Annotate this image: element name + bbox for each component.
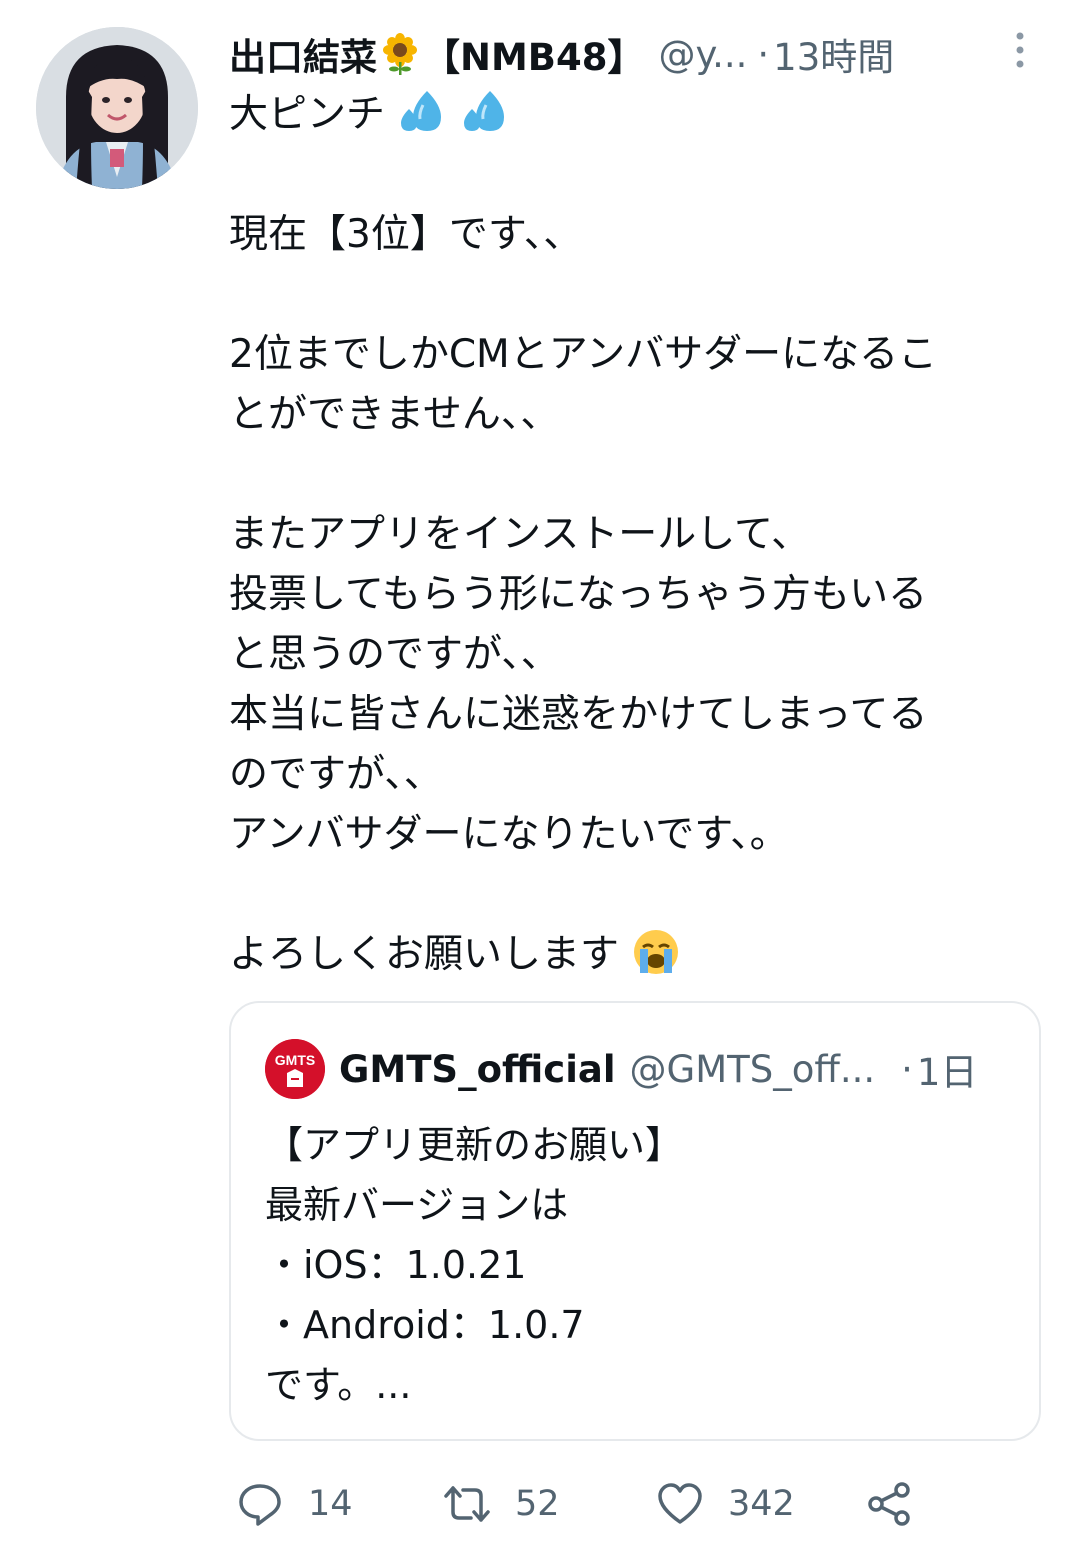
quoted-avatar-text: GMTS bbox=[275, 1052, 315, 1068]
tweet-text: 大ピンチ 現在【3位】です、、 2位までしかCMとアンバサダーになるこ とができ… bbox=[229, 85, 1029, 985]
share-button[interactable] bbox=[866, 1474, 914, 1534]
quoted-line: 最新バージョンは bbox=[265, 1183, 569, 1227]
display-name-suffix: 【NMB48】 bbox=[423, 36, 645, 79]
quoted-display-name[interactable]: GMTS_official bbox=[339, 1048, 616, 1091]
quoted-line: 【アプリ更新のお願い】 bbox=[265, 1123, 684, 1167]
tweet-line: とができません、、 bbox=[229, 392, 560, 437]
share-icon bbox=[868, 1482, 910, 1526]
quoted-line: ・iOS：1.0.21 bbox=[265, 1243, 527, 1287]
tweet-line: 大ピンチ bbox=[229, 85, 1029, 145]
tweet-line-text: 大ピンチ bbox=[229, 92, 386, 137]
sweat-droplets-icon bbox=[397, 87, 447, 137]
reply-count: 14 bbox=[308, 1484, 353, 1524]
more-options-icon[interactable] bbox=[1010, 30, 1030, 70]
tweet-header: 出口結菜 【NMB48】 @y... · 13時間 bbox=[229, 28, 1019, 80]
quoted-line: です。... bbox=[265, 1363, 412, 1407]
quoted-line: ・Android：1.0.7 bbox=[265, 1303, 585, 1347]
retweet-button[interactable]: 52 bbox=[443, 1474, 560, 1534]
like-count: 342 bbox=[728, 1484, 795, 1524]
separator-dot: · bbox=[901, 1047, 913, 1091]
tweet-line: 投票してもらう形になっちゃう方もいる bbox=[229, 572, 928, 617]
quoted-text: 【アプリ更新のお願い】 最新バージョンは ・iOS：1.0.21 ・Androi… bbox=[265, 1115, 1025, 1415]
tweet-line: と思うのですが、、 bbox=[229, 632, 560, 677]
like-button[interactable]: 342 bbox=[656, 1474, 795, 1534]
tweet-timestamp[interactable]: 13時間 bbox=[773, 27, 894, 81]
sunflower-icon bbox=[379, 33, 421, 75]
tweet-line: よろしくお願いします bbox=[229, 925, 1029, 985]
sweat-droplets-icon bbox=[460, 87, 510, 137]
tweet-line-text: よろしくお願いします bbox=[229, 932, 620, 977]
reply-icon bbox=[239, 1484, 281, 1526]
quoted-handle[interactable]: @GMTS_off... bbox=[630, 1048, 876, 1091]
tweet-line: 2位までしかCMとアンバサダーになるこ bbox=[229, 332, 938, 377]
tweet-line: アンバサダーになりたいです、。 bbox=[229, 812, 789, 857]
user-handle[interactable]: @y... bbox=[658, 33, 747, 76]
quoted-avatar[interactable]: GMTS bbox=[265, 1039, 325, 1099]
retweet-count: 52 bbox=[515, 1484, 560, 1524]
tweet-line: 本当に皆さんに迷惑をかけてしまってる bbox=[229, 692, 928, 737]
separator-dot: · bbox=[757, 32, 770, 76]
loudly-crying-face-icon bbox=[631, 927, 681, 977]
display-name[interactable]: 出口結菜 bbox=[229, 27, 377, 81]
tweet-actions: 14 52 342 bbox=[0, 1474, 1079, 1534]
quoted-tweet-card[interactable]: GMTS GMTS_official @GMTS_off... · 1日 【アプ… bbox=[229, 1001, 1041, 1441]
tweet-line: またアプリをインストールして、 bbox=[229, 512, 811, 557]
reply-button[interactable]: 14 bbox=[236, 1474, 353, 1534]
tweet-line: 現在【3位】です、、 bbox=[229, 212, 583, 257]
retweet-icon bbox=[444, 1486, 490, 1522]
like-icon bbox=[658, 1483, 702, 1524]
tweet-line: のですが、、 bbox=[229, 752, 443, 797]
avatar[interactable] bbox=[36, 27, 198, 189]
quoted-timestamp[interactable]: 1日 bbox=[917, 1042, 978, 1096]
quoted-header: GMTS_official @GMTS_off... · 1日 bbox=[339, 1039, 977, 1099]
